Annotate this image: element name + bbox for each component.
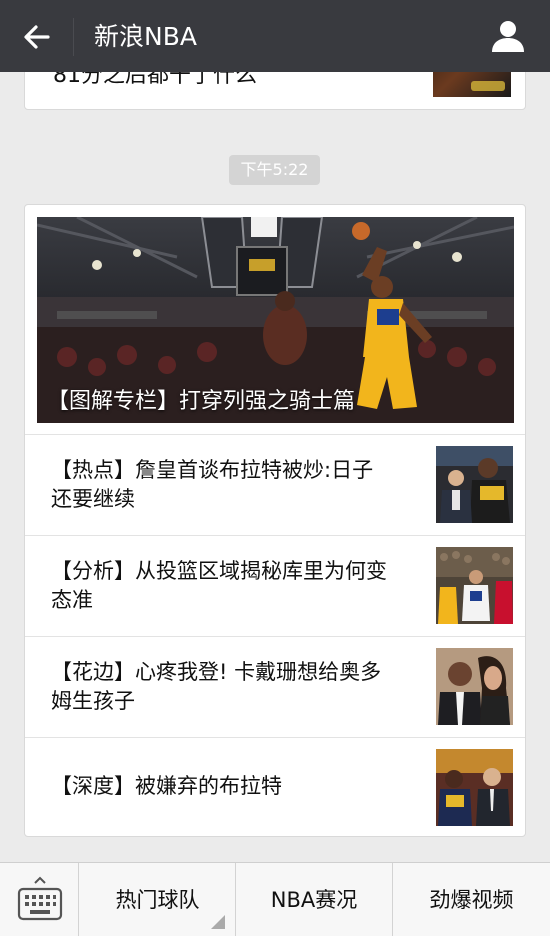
article-title: 【分析】从投篮区域揭秘库里为何变态准 bbox=[51, 559, 387, 612]
article-row-4[interactable]: 【深度】被嫌弃的布拉特 bbox=[25, 737, 525, 838]
keyboard-icon bbox=[17, 876, 63, 921]
bottom-menu: 热门球队 NBA赛况 劲爆视频 bbox=[0, 862, 550, 936]
menu-hot-teams-label: 热门球队 bbox=[115, 888, 200, 912]
article-thumbnail bbox=[436, 547, 513, 624]
previous-article-card[interactable]: 81分之后都干了什么 bbox=[24, 72, 526, 110]
submenu-indicator-icon bbox=[211, 915, 225, 929]
menu-nba-scores[interactable]: NBA赛况 bbox=[236, 863, 393, 936]
article-title: 【热点】詹皇首谈布拉特被炒:日子还要继续 bbox=[51, 458, 374, 511]
back-button[interactable] bbox=[20, 20, 54, 54]
arrow-left-icon bbox=[24, 25, 50, 49]
article-row-2[interactable]: 【分析】从投篮区域揭秘库里为何变态准 bbox=[25, 535, 525, 636]
previous-article-thumbnail bbox=[433, 72, 511, 97]
menu-hot-videos-label: 劲爆视频 bbox=[429, 888, 514, 912]
menu-nba-scores-label: NBA赛况 bbox=[270, 888, 358, 912]
keyboard-toggle-button[interactable] bbox=[0, 863, 79, 936]
cover-article[interactable]: 【图解专栏】打穿列强之骑士篇 bbox=[37, 217, 514, 423]
article-title: 【花边】心疼我登! 卡戴珊想给奥多姆生孩子 bbox=[51, 660, 382, 713]
header-divider bbox=[73, 18, 74, 56]
menu-hot-videos[interactable]: 劲爆视频 bbox=[393, 863, 550, 936]
menu-hot-teams[interactable]: 热门球队 bbox=[80, 863, 236, 936]
article-thumbnail bbox=[436, 446, 513, 523]
top-bar: 新浪NBA bbox=[0, 0, 550, 72]
page-title: 新浪NBA bbox=[94, 22, 197, 51]
previous-article-title: 81分之后都干了什么 bbox=[53, 72, 257, 88]
person-icon bbox=[492, 21, 524, 52]
article-row-3[interactable]: 【花边】心疼我登! 卡戴珊想给奥多姆生孩子 bbox=[25, 636, 525, 737]
cover-article-title: 【图解专栏】打穿列强之骑士篇 bbox=[47, 389, 356, 414]
article-thumbnail bbox=[436, 648, 513, 725]
article-card: 【图解专栏】打穿列强之骑士篇 【热点】詹皇首谈布拉特被炒:日子还要继续 【分析】… bbox=[24, 204, 526, 837]
message-timestamp: 下午5:22 bbox=[229, 155, 320, 185]
article-row-1[interactable]: 【热点】詹皇首谈布拉特被炒:日子还要继续 bbox=[25, 434, 525, 535]
article-title: 【深度】被嫌弃的布拉特 bbox=[51, 774, 282, 798]
profile-button[interactable] bbox=[490, 18, 526, 54]
message-list[interactable]: 81分之后都干了什么 下午5:22 【图解专栏】打穿列强之骑士篇 【热点】詹皇首… bbox=[0, 72, 550, 862]
article-thumbnail bbox=[436, 749, 513, 826]
